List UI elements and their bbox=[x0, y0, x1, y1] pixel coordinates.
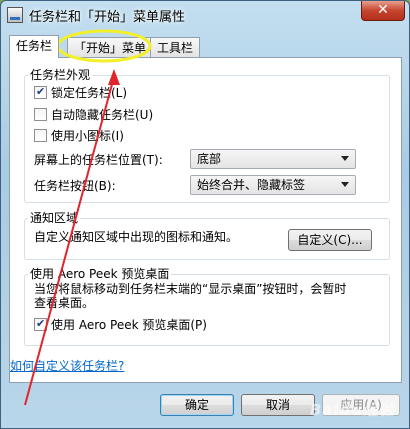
notification-description: 自定义通知区域中出现的图标和通知。 bbox=[34, 230, 239, 244]
title-bar[interactable]: 任务栏和「开始」菜单属性 ✕ bbox=[1, 1, 409, 29]
watermark: Baidu经验 bbox=[309, 401, 395, 419]
taskbar-properties-icon bbox=[7, 7, 23, 23]
peek-checkbox[interactable] bbox=[34, 316, 47, 332]
auto-hide-checkbox[interactable] bbox=[34, 108, 47, 121]
tab-taskbar[interactable]: 任务栏 bbox=[9, 35, 60, 58]
buttons-dropdown[interactable]: 始终合并、隐藏标签 bbox=[190, 175, 356, 195]
close-button[interactable]: ✕ bbox=[361, 1, 405, 21]
chevron-down-icon bbox=[341, 182, 349, 187]
cancel-button[interactable]: 取消 bbox=[241, 394, 315, 416]
tab-strip: 任务栏 「开始」菜单 工具栏 bbox=[9, 35, 403, 58]
location-value: 底部 bbox=[197, 152, 222, 166]
notification-group-title: 通知区域 bbox=[28, 211, 81, 225]
buttons-label: 任务栏按钮(B): bbox=[34, 179, 116, 193]
small-icons-row[interactable]: 使用小图标(I) bbox=[34, 128, 124, 144]
location-label: 屏幕上的任务栏位置(T): bbox=[34, 153, 163, 167]
tab-panel: 任务栏外观 锁定任务栏(L) 自动隐藏任务栏(U) 使用小图标(I) 屏幕上的任… bbox=[9, 57, 402, 383]
peek-group-title: 使用 Aero Peek 预览桌面 bbox=[28, 267, 172, 281]
window-title: 任务栏和「开始」菜单属性 bbox=[29, 10, 186, 25]
lock-taskbar-label: 锁定任务栏(L) bbox=[51, 86, 128, 100]
small-icons-checkbox[interactable] bbox=[34, 129, 47, 142]
tab-start-menu[interactable]: 「开始」菜单 bbox=[67, 37, 154, 57]
peek-label: 使用 Aero Peek 预览桌面(P) bbox=[51, 318, 207, 332]
buttons-value: 始终合并、隐藏标签 bbox=[197, 178, 306, 192]
peek-description-line2: 查看桌面。 bbox=[34, 296, 95, 310]
lock-taskbar-row[interactable]: 锁定任务栏(L) bbox=[34, 84, 128, 101]
location-dropdown[interactable]: 底部 bbox=[190, 149, 356, 169]
auto-hide-row[interactable]: 自动隐藏任务栏(U) bbox=[34, 107, 153, 123]
tab-toolbars[interactable]: 工具栏 bbox=[150, 37, 201, 57]
properties-dialog: 任务栏和「开始」菜单属性 ✕ 任务栏 「开始」菜单 工具栏 任务栏外观 锁定任务… bbox=[0, 0, 410, 429]
auto-hide-label: 自动隐藏任务栏(U) bbox=[51, 108, 154, 122]
chevron-down-icon bbox=[341, 156, 349, 161]
lock-taskbar-checkbox[interactable] bbox=[34, 84, 47, 100]
appearance-group-title: 任务栏外观 bbox=[28, 68, 93, 82]
peek-row[interactable]: 使用 Aero Peek 预览桌面(P) bbox=[34, 316, 207, 333]
customize-taskbar-help-link[interactable]: 如何自定义该任务栏? bbox=[10, 357, 124, 374]
ok-button[interactable]: 确定 bbox=[160, 394, 234, 416]
customize-button[interactable]: 自定义(C)... bbox=[288, 229, 372, 251]
small-icons-label: 使用小图标(I) bbox=[51, 129, 124, 143]
